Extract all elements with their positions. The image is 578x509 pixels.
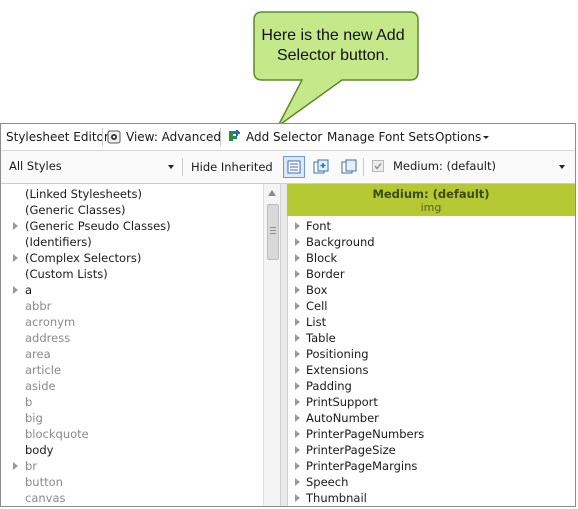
copy-medium-icon[interactable] [341,159,357,175]
tree-item[interactable]: (Generic Pseudo Classes) [13,218,171,234]
property-group[interactable]: PrinterPageSize [295,442,396,458]
filter-bar: All Styles Hide Inherited Medium: (defau… [1,151,575,184]
property-group[interactable]: PrintSupport [295,394,378,410]
property-group[interactable]: Extensions [295,362,368,378]
property-group[interactable]: AutoNumber [295,410,379,426]
expand-arrow-icon[interactable] [295,302,300,310]
property-group[interactable]: Border [295,266,345,282]
list-view-icon [287,160,301,174]
expand-arrow-icon[interactable] [13,222,18,230]
tree-item[interactable]: abbr [25,298,51,314]
selector-tree: (Linked Stylesheets) (Generic Classes) (… [1,184,263,506]
expand-arrow-icon[interactable] [13,254,18,262]
callout-text: Here is the new Add Selector button. [261,27,405,64]
expand-arrow-icon[interactable] [295,398,300,406]
expand-arrow-icon[interactable] [295,478,300,486]
property-group[interactable]: Table [295,330,336,346]
add-property-icon[interactable] [313,159,329,175]
property-group[interactable]: PrinterPageMargins [295,458,417,474]
property-group[interactable]: Background [295,234,375,250]
add-selector-label: Add Selector [246,130,323,144]
medium-header: Medium: (default) img [287,184,575,216]
medium-title: Medium: (default) [372,187,490,201]
tree-item[interactable]: br [13,458,37,474]
tree-item[interactable]: area [25,346,51,362]
tree-item[interactable]: b [25,394,32,410]
tree-item[interactable]: (Generic Classes) [25,202,126,218]
expand-arrow-icon[interactable] [295,222,300,230]
expand-arrow-icon[interactable] [295,270,300,278]
styles-dropdown-value: All Styles [9,159,62,173]
view-label: View: Advanced [126,130,221,144]
expand-arrow-icon[interactable] [13,462,18,470]
property-group[interactable]: PrinterPageNumbers [295,426,424,442]
add-selector-button[interactable]: Add Selector [226,124,322,150]
expand-arrow-icon[interactable] [295,286,300,294]
view-button[interactable]: View: Advanced [106,124,221,150]
options-label: Options [435,130,482,144]
tree-scrollbar[interactable] [263,184,280,506]
styles-dropdown[interactable]: All Styles [5,157,179,177]
expand-arrow-icon[interactable] [13,286,18,294]
expand-arrow-icon[interactable] [295,366,300,374]
tree-item[interactable]: aside [25,378,56,394]
property-group[interactable]: Block [295,250,337,266]
chevron-down-icon [483,136,489,139]
expand-arrow-icon[interactable] [295,254,300,262]
medium-dropdown[interactable]: Medium: (default) [389,157,571,177]
tree-item[interactable]: (Linked Stylesheets) [25,186,142,202]
tree-item[interactable]: canvas [25,490,66,506]
expand-arrow-icon[interactable] [295,382,300,390]
expand-arrow-icon[interactable] [295,494,300,502]
checkbox-icon[interactable] [372,160,384,172]
medium-dropdown-value: Medium: (default) [393,159,496,173]
tree-item[interactable]: article [25,362,61,378]
chevron-down-icon [559,165,565,169]
chevron-down-icon [168,165,174,169]
tree-item[interactable]: (Custom Lists) [25,266,108,282]
tree-item[interactable]: address [25,330,70,346]
expand-arrow-icon[interactable] [295,462,300,470]
eye-icon [107,130,121,144]
tree-item[interactable]: body [25,442,53,458]
scrollbar-thumb[interactable] [267,204,279,260]
expand-arrow-icon[interactable] [295,334,300,342]
manage-font-sets-button[interactable]: Manage Font Sets [327,130,434,144]
stylesheet-editor-window: Stylesheet Editor View: Advanced Add Sel… [0,123,576,507]
tree-item[interactable]: button [25,474,63,490]
property-group[interactable]: Thumbnail [295,490,367,506]
property-group[interactable]: Positioning [295,346,369,362]
toolbar: Stylesheet Editor View: Advanced Add Sel… [1,124,575,151]
options-menu[interactable]: Options [435,124,495,150]
expand-arrow-icon[interactable] [295,238,300,246]
hide-inherited-button[interactable]: Hide Inherited [191,160,273,174]
selector-tag: img [420,201,442,214]
tree-item[interactable]: blockquote [25,426,89,442]
scroll-up-arrow-icon[interactable] [268,190,276,196]
tree-item[interactable]: acronym [25,314,75,330]
add-selector-icon [229,130,240,141]
show-properties-toggle[interactable] [283,156,305,178]
expand-arrow-icon[interactable] [295,430,300,438]
properties-panel: Medium: (default) img Font Background Bl… [287,184,575,506]
property-group[interactable]: List [295,314,326,330]
stylesheet-editor-title: Stylesheet Editor [6,130,109,144]
property-group[interactable]: Box [295,282,327,298]
property-group[interactable]: Font [295,218,331,234]
expand-arrow-icon[interactable] [295,350,300,358]
tree-item[interactable]: a [13,282,32,298]
property-group[interactable]: Padding [295,378,352,394]
tree-item[interactable]: (Complex Selectors) [13,250,141,266]
expand-arrow-icon[interactable] [295,414,300,422]
tree-item[interactable]: big [25,410,43,426]
expand-arrow-icon[interactable] [295,446,300,454]
expand-arrow-icon[interactable] [295,318,300,326]
tree-item[interactable]: (Identifiers) [25,234,92,250]
property-group[interactable]: Speech [295,474,348,490]
property-group[interactable]: Cell [295,298,328,314]
